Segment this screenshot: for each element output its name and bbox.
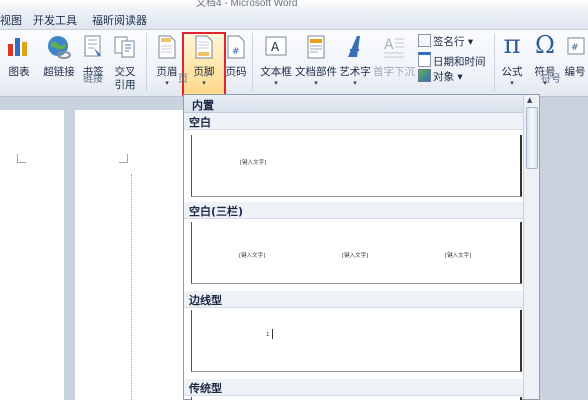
- quick-parts-icon: [307, 35, 325, 59]
- tab-developer[interactable]: 开发工具: [33, 12, 77, 28]
- group-label-links: 链接: [83, 74, 103, 85]
- footer-button[interactable]: 页脚 ▾: [184, 32, 224, 92]
- globe-link-icon: [48, 36, 71, 59]
- placeholder-text: [键入文字]: [445, 253, 472, 259]
- textbox-label: 文本框: [260, 66, 292, 78]
- bookmark-icon: [84, 35, 101, 57]
- equation-dropdown-arrow: ▾: [510, 79, 514, 87]
- object-button[interactable]: 对象 ▾: [418, 69, 463, 84]
- border-line-mark: [272, 329, 273, 339]
- signature-line-label: 签名行: [433, 36, 465, 48]
- section-title-border-line: 边线型: [189, 294, 222, 307]
- document-page[interactable]: [75, 110, 185, 400]
- margin-corner-mark: [119, 154, 128, 163]
- footer-option-border-line[interactable]: 1: [191, 310, 522, 372]
- quick-parts-dropdown-arrow: ▾: [314, 79, 318, 87]
- wordart-label: 艺术字: [339, 66, 371, 78]
- gallery-section-title: 传统型: [184, 379, 524, 396]
- group-separator: [146, 33, 147, 91]
- footer-icon: [195, 35, 213, 59]
- footer-option-blank[interactable]: [键入文字]: [191, 135, 522, 197]
- placeholder-text: [键入文字]: [239, 253, 266, 259]
- omega-icon: Ω: [535, 31, 555, 59]
- gallery-header: 内置: [184, 95, 524, 113]
- object-icon: [418, 69, 431, 82]
- page-number-label: 页码: [225, 66, 247, 78]
- textbox-button[interactable]: A 文本框 ▾: [258, 32, 294, 92]
- gallery-scrollbar[interactable]: ▲: [523, 95, 539, 399]
- equation-label: 公式: [501, 66, 523, 78]
- gallery-section-title: 空白: [184, 113, 524, 130]
- title-bar: 文档4 - Microsoft Word: [0, 0, 588, 9]
- numbering-label: 编号: [564, 66, 586, 78]
- chart-icon: [8, 38, 27, 56]
- pi-icon: π: [503, 30, 521, 60]
- margin-guide-line: [131, 174, 132, 400]
- date-time-button[interactable]: 日期和时间: [418, 52, 486, 69]
- svg-text:A: A: [384, 37, 394, 53]
- drop-cap-icon: A: [384, 37, 404, 58]
- scroll-up-icon[interactable]: ▲: [527, 96, 532, 104]
- drop-cap-label: 首字下沉: [373, 66, 415, 78]
- section-title-blank-three-column: 空白(三栏): [189, 205, 244, 218]
- svg-text:#: #: [571, 43, 579, 53]
- svg-text:A: A: [271, 40, 280, 54]
- tab-foxit-reader[interactable]: 福昕阅读器: [92, 12, 147, 28]
- cross-reference-button[interactable]: 交叉 引用: [108, 32, 142, 96]
- wordart-icon: [348, 36, 360, 57]
- hyperlink-button[interactable]: 超链接: [40, 32, 78, 92]
- numbering-icon: #: [567, 37, 585, 55]
- margin-corner-mark: [17, 154, 26, 163]
- cross-reference-icon: [114, 36, 135, 58]
- cross-reference-label-2: 引用: [114, 79, 136, 91]
- group-separator: [252, 33, 253, 91]
- hyperlink-label: 超链接: [43, 66, 75, 78]
- window-title: 文档4 - Microsoft Word: [196, 0, 298, 9]
- group-label-symbols: 符号: [541, 74, 561, 85]
- footer-label: 页脚: [193, 66, 215, 78]
- quick-parts-button[interactable]: 文档部件 ▾: [294, 32, 338, 92]
- signature-line-button[interactable]: 签名行 ▾: [418, 34, 473, 49]
- placeholder-text: [键入文字]: [240, 160, 267, 166]
- object-label: 对象: [433, 71, 454, 83]
- section-title-blank: 空白: [189, 116, 211, 129]
- numbering-button[interactable]: # 编号: [562, 32, 588, 92]
- previous-page: [0, 110, 64, 400]
- group-separator: [494, 33, 495, 91]
- gallery-header-label: 内置: [192, 99, 214, 112]
- chart-label: 图表: [8, 66, 30, 78]
- group-label-header-footer: 页: [178, 74, 188, 85]
- scrollbar-thumb[interactable]: [526, 107, 538, 169]
- date-time-label: 日期和时间: [433, 56, 486, 68]
- wordart-button[interactable]: 艺术字 ▾: [338, 32, 372, 92]
- section-title-traditional: 传统型: [189, 382, 222, 395]
- svg-text:#: #: [232, 47, 240, 57]
- page-number-button[interactable]: # 页码: [224, 32, 248, 92]
- equation-button[interactable]: π 公式 ▾: [497, 30, 527, 92]
- tab-view[interactable]: 视图: [0, 12, 22, 28]
- footer-gallery-dropdown: 内置 空白 [键入文字] 空白(三栏) [键入文字] [键入文字] [键入文字]…: [183, 94, 540, 400]
- gallery-section-title: 边线型: [184, 291, 524, 308]
- chart-button[interactable]: 图表: [2, 32, 36, 92]
- placeholder-text: [键入文字]: [342, 253, 369, 259]
- textbox-dropdown-arrow: ▾: [274, 79, 278, 87]
- page-number-placeholder: 1: [266, 332, 270, 338]
- signature-icon: [418, 34, 431, 47]
- drop-cap-button[interactable]: A 首字下沉: [372, 32, 416, 92]
- page-number-icon: #: [227, 35, 245, 59]
- footer-dropdown-arrow: ▾: [202, 79, 206, 87]
- calendar-icon: [418, 52, 431, 67]
- textbox-icon: A: [265, 36, 287, 56]
- wordart-dropdown-arrow: ▾: [353, 79, 357, 87]
- footer-option-blank-three-column[interactable]: [键入文字] [键入文字] [键入文字]: [191, 222, 522, 284]
- gallery-section-title: 空白(三栏): [184, 202, 524, 219]
- header-icon: [158, 35, 176, 59]
- menu-bar: 视图 开发工具 福昕阅读器: [0, 9, 588, 30]
- quick-parts-label: 文档部件: [295, 66, 337, 78]
